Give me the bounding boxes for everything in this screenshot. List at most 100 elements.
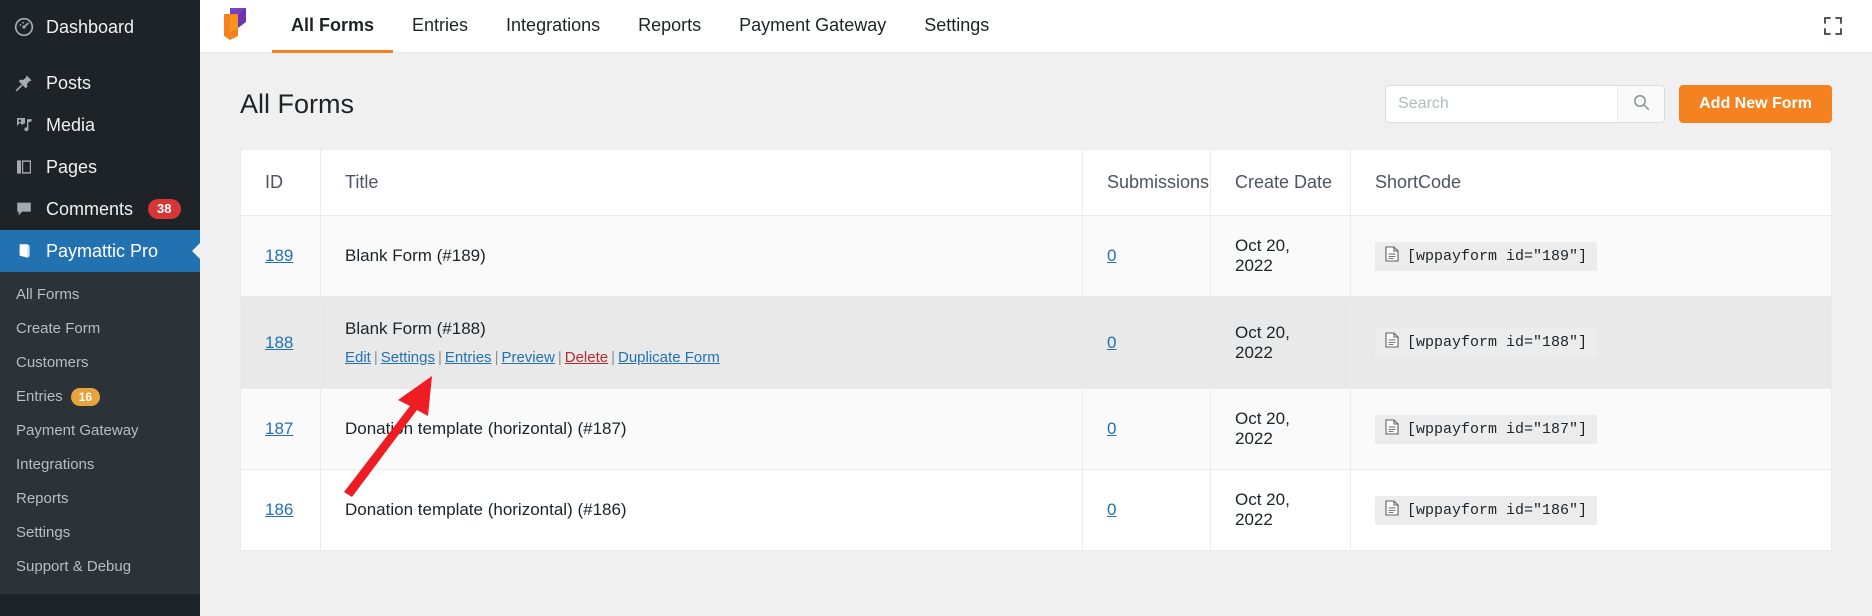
cell-submissions: 0 (1082, 469, 1211, 551)
sidebar-item-label: Paymattic Pro (46, 241, 159, 261)
cell-create-date: Oct 20, 2022 (1210, 388, 1351, 470)
sidebar-item-label: Pages (46, 157, 98, 177)
table-row[interactable]: 187 Donation template (horizontal) (#187… (240, 388, 1832, 470)
row-action-separator: | (494, 349, 499, 366)
table-header-row: ID Title Submissions Create Date ShortCo… (240, 149, 1832, 216)
sidebar-item-pages[interactable]: Pages (0, 146, 200, 188)
form-title: Blank Form (#188) (345, 319, 486, 338)
cell-shortcode: [wppayform id="189"] (1350, 215, 1832, 297)
submissions-link[interactable]: 0 (1107, 419, 1116, 438)
search-icon (1633, 94, 1650, 114)
submenu-item-label: Customers (16, 354, 89, 371)
submissions-link[interactable]: 0 (1107, 246, 1116, 265)
submenu-item-integrations[interactable]: Integrations (0, 448, 200, 482)
paymattic-submenu: All Forms Create Form Customers Entries … (0, 272, 200, 594)
table-row[interactable]: 186 Donation template (horizontal) (#186… (240, 469, 1832, 551)
submenu-item-reports[interactable]: Reports (0, 482, 200, 516)
cell-submissions: 0 (1082, 388, 1211, 470)
main-area: All Forms Entries Integrations Reports P… (200, 0, 1872, 616)
row-action-separator: | (557, 349, 562, 366)
shortcode-chip[interactable]: [wppayform id="186"] (1375, 495, 1598, 525)
wordpress-admin-sidebar: Dashboard Posts Media Pages Comments 38 … (0, 0, 200, 616)
page-content: All Forms Add New (200, 53, 1872, 616)
submenu-item-payment-gateway[interactable]: Payment Gateway (0, 414, 200, 448)
tab-integrations[interactable]: Integrations (487, 0, 619, 53)
row-action-preview[interactable]: Preview (501, 349, 554, 366)
tab-label: Integrations (506, 14, 601, 35)
submenu-item-customers[interactable]: Customers (0, 346, 200, 380)
cell-create-date: Oct 20, 2022 (1210, 296, 1351, 389)
cell-submissions: 0 (1082, 296, 1211, 389)
form-id-link[interactable]: 189 (265, 246, 293, 265)
tab-entries[interactable]: Entries (393, 0, 487, 53)
cell-submissions: 0 (1082, 215, 1211, 297)
tab-all-forms[interactable]: All Forms (272, 0, 394, 53)
search-button[interactable] (1617, 86, 1665, 122)
tab-label: All Forms (291, 14, 375, 35)
document-copy-icon (1385, 332, 1399, 353)
page-title: All Forms (240, 88, 354, 119)
submenu-item-all-forms[interactable]: All Forms (0, 278, 200, 312)
fullscreen-expand-icon[interactable] (1822, 15, 1844, 37)
cell-create-date: Oct 20, 2022 (1210, 469, 1351, 551)
submenu-item-support-debug[interactable]: Support & Debug (0, 550, 200, 584)
cell-title: Donation template (horizontal) (#187) (320, 388, 1083, 470)
shortcode-text: [wppayform id="187"] (1407, 420, 1588, 438)
app-screen: Dashboard Posts Media Pages Comments 38 … (0, 0, 1872, 616)
tab-label: Settings (924, 14, 990, 35)
tab-payment-gateway[interactable]: Payment Gateway (720, 0, 905, 53)
cell-shortcode: [wppayform id="187"] (1350, 388, 1832, 470)
tab-label: Payment Gateway (739, 14, 887, 35)
form-title: Blank Form (#189) (345, 246, 486, 265)
pin-icon (13, 72, 35, 94)
cell-id: 187 (240, 388, 321, 470)
cell-id: 189 (240, 215, 321, 297)
column-header-create-date: Create Date (1210, 149, 1351, 216)
row-action-delete[interactable]: Delete (565, 349, 608, 366)
shortcode-chip[interactable]: [wppayform id="188"] (1375, 328, 1598, 357)
submenu-item-entries[interactable]: Entries 16 (0, 380, 200, 414)
form-id-link[interactable]: 187 (265, 419, 293, 438)
tab-reports[interactable]: Reports (619, 0, 720, 53)
cell-title: Blank Form (#188) Edit | Settings | Entries |… (320, 296, 1083, 389)
forms-table-body: 189 Blank Form (#189) 0 Oct 20, 2022 [wp… (240, 215, 1832, 551)
row-action-edit[interactable]: Edit (345, 349, 371, 366)
forms-table: ID Title Submissions Create Date ShortCo… (240, 149, 1832, 551)
forms-table-head: ID Title Submissions Create Date ShortCo… (240, 149, 1832, 216)
shortcode-text: [wppayform id="186"] (1407, 501, 1588, 519)
media-icon (13, 114, 35, 136)
sidebar-item-media[interactable]: Media (0, 104, 200, 146)
add-new-form-button[interactable]: Add New Form (1679, 85, 1832, 123)
submenu-item-create-form[interactable]: Create Form (0, 312, 200, 346)
shortcode-chip[interactable]: [wppayform id="187"] (1375, 414, 1598, 444)
tab-settings[interactable]: Settings (905, 0, 1008, 53)
sidebar-item-comments[interactable]: Comments 38 (0, 188, 200, 230)
shortcode-chip[interactable]: [wppayform id="189"] (1375, 241, 1598, 271)
submissions-link[interactable]: 0 (1107, 500, 1116, 519)
row-action-separator: | (373, 349, 378, 366)
sidebar-item-dashboard[interactable]: Dashboard (0, 6, 200, 48)
table-row[interactable]: 188 Blank Form (#188) Edit | Settings | Entr… (240, 296, 1832, 389)
form-id-link[interactable]: 188 (265, 333, 293, 352)
row-action-duplicate-form[interactable]: Duplicate Form (618, 349, 720, 366)
form-id-link[interactable]: 186 (265, 500, 293, 519)
row-action-settings[interactable]: Settings (381, 349, 435, 366)
column-header-id: ID (240, 149, 321, 216)
shortcode-text: [wppayform id="188"] (1407, 334, 1588, 351)
search-input[interactable] (1386, 86, 1618, 122)
submenu-item-label: Create Form (16, 320, 101, 337)
search-box (1385, 85, 1666, 123)
tab-label: Entries (412, 14, 469, 35)
comments-count-badge: 38 (148, 199, 181, 219)
row-action-entries[interactable]: Entries (445, 349, 492, 366)
submenu-item-settings[interactable]: Settings (0, 516, 200, 550)
submissions-link[interactable]: 0 (1107, 333, 1116, 352)
cell-title: Donation template (horizontal) (#186) (320, 469, 1083, 551)
topbar-nav: All Forms Entries Integrations Reports P… (272, 0, 1008, 53)
submenu-item-label: Support & Debug (16, 558, 132, 575)
cell-title: Blank Form (#189) (320, 215, 1083, 297)
table-row[interactable]: 189 Blank Form (#189) 0 Oct 20, 2022 [wp… (240, 215, 1832, 297)
plugin-topbar: All Forms Entries Integrations Reports P… (200, 0, 1872, 53)
sidebar-item-paymattic-pro[interactable]: Paymattic Pro (0, 230, 200, 272)
sidebar-item-posts[interactable]: Posts (0, 62, 200, 104)
